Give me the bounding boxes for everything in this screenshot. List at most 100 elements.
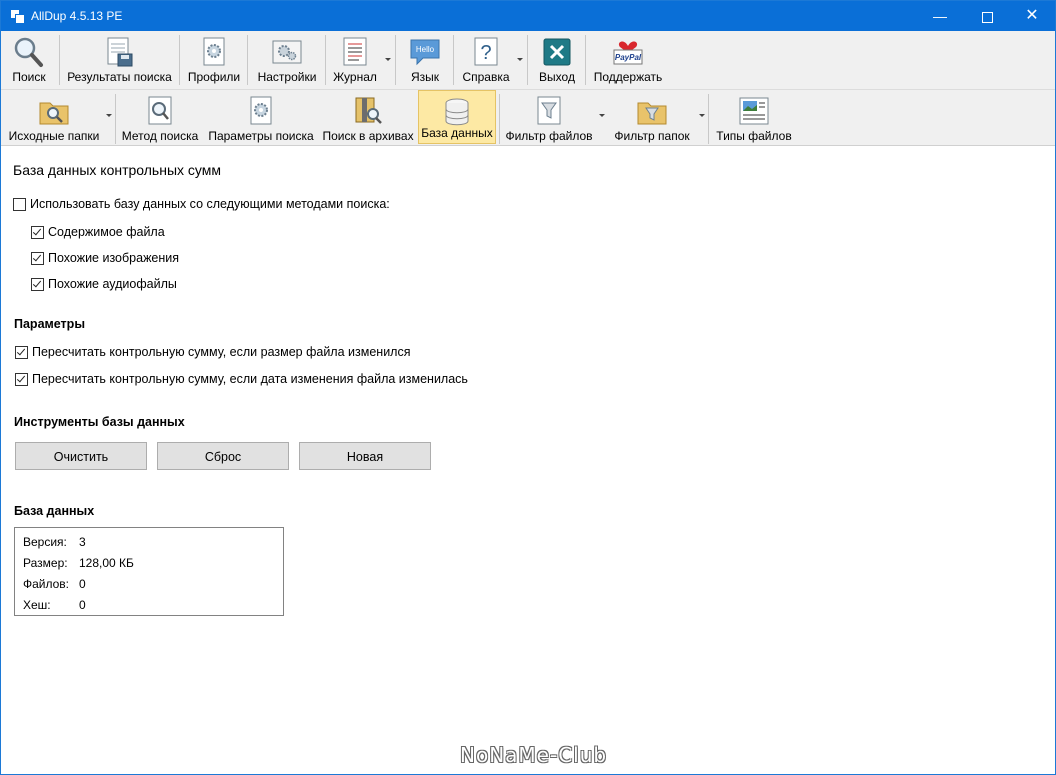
checkbox-box[interactable] — [15, 372, 28, 386]
toolbar-log-button[interactable]: Журнал — [329, 31, 381, 87]
log-icon — [343, 37, 367, 66]
source-folders-icon — [39, 102, 69, 125]
minimize-button[interactable]: — — [917, 1, 963, 31]
checkbox-label: Похожие аудиофайлы — [48, 277, 177, 291]
db-files-row: Файлов: 0 — [23, 577, 86, 591]
tab-file-filter[interactable]: Фильтр файлов — [503, 90, 595, 146]
folder-filter-dropdown-arrow-icon[interactable] — [699, 114, 705, 117]
toolbar-language-button[interactable]: Hello Язык — [399, 31, 451, 87]
toolbar-label: Типы файлов — [716, 129, 792, 143]
toolbar-search-button[interactable]: Поиск — [3, 31, 55, 87]
toolbar-profiles-button[interactable]: Профили — [183, 31, 245, 87]
close-icon: ✕ — [1025, 7, 1039, 24]
maximize-button[interactable] — [964, 1, 1010, 31]
checkbox-label: Содержимое файла — [48, 225, 165, 239]
toolbar-label: Исходные папки — [8, 129, 100, 143]
method-similar-audio-checkbox[interactable]: Похожие аудиофайлы — [31, 276, 177, 292]
db-info-key: Хеш: — [23, 598, 51, 612]
db-version-row: Версия: 3 — [23, 535, 86, 549]
window-title: AllDup 4.5.13 PE — [31, 9, 123, 23]
db-info-value: 128,00 КБ — [79, 556, 134, 570]
checkbox-label: Пересчитать контрольную сумму, если разм… — [32, 345, 411, 359]
tab-search-method[interactable]: Метод поиска — [119, 90, 201, 146]
tab-archive-search[interactable]: Поиск в архивах — [321, 90, 415, 146]
tab-folder-filter[interactable]: Фильтр папок — [609, 90, 695, 146]
db-hash-row: Хеш: 0 — [23, 598, 86, 612]
tab-search-params[interactable]: Параметры поиска — [205, 90, 317, 146]
params-heading: Параметры — [14, 317, 85, 331]
settings-icon — [272, 40, 302, 64]
app-logo-icon — [10, 9, 25, 24]
help-icon: ? — [474, 37, 498, 66]
toolbar-separator — [325, 35, 326, 85]
toolbar-label: Выход — [539, 70, 575, 84]
tab-file-types[interactable]: Типы файлов — [712, 90, 796, 146]
toolbar-exit-button[interactable]: Выход — [531, 31, 583, 87]
checkbox-box[interactable] — [31, 277, 44, 291]
toolbar-donate-button[interactable]: PayPal Поддержать — [589, 31, 667, 87]
database-info-box: Версия: 3 Размер: 128,00 КБ Файлов: 0 Хеш: 0 — [14, 527, 284, 616]
toolbar-separator — [395, 35, 396, 85]
toolbar-label: База данных — [421, 126, 493, 140]
toolbar-separator — [59, 35, 60, 85]
clear-database-button[interactable]: Очистить — [15, 442, 147, 470]
toolbar-separator — [115, 94, 116, 144]
db-size-row: Размер: 128,00 КБ — [23, 556, 134, 570]
database-info-heading: База данных — [14, 504, 95, 518]
maximize-icon — [981, 11, 993, 23]
db-info-key: Файлов: — [23, 577, 70, 591]
svg-text:Hello: Hello — [416, 45, 435, 54]
checkbox-label: Использовать базу данных со следующими м… — [30, 197, 390, 211]
method-similar-images-checkbox[interactable]: Похожие изображения — [31, 250, 179, 266]
page-title: База данных контрольных сумм — [13, 162, 221, 178]
toolbar-separator — [527, 35, 528, 85]
hello-language-icon: Hello — [410, 39, 440, 66]
toolbar-label: Метод поиска — [121, 129, 199, 143]
recalc-on-size-change-checkbox[interactable]: Пересчитать контрольную сумму, если разм… — [15, 344, 411, 360]
method-file-content-checkbox[interactable]: Содержимое файла — [31, 224, 165, 240]
recalc-on-date-change-checkbox[interactable]: Пересчитать контрольную сумму, если дата… — [15, 371, 468, 387]
toolbar-separator — [453, 35, 454, 85]
checkbox-box[interactable] — [31, 251, 44, 265]
toolbar-label: Фильтр папок — [614, 129, 690, 143]
reset-database-button[interactable]: Сброс — [157, 442, 289, 470]
toolbar-separator — [499, 94, 500, 144]
file-filter-icon — [537, 96, 561, 125]
db-info-value: 3 — [79, 535, 86, 549]
toolbar-label: Поиск — [12, 70, 46, 84]
tab-source-folders[interactable]: Исходные папки — [5, 90, 103, 146]
secondary-toolbar: Исходные папки Метод поиска Параметры по… — [1, 90, 1055, 146]
use-database-checkbox[interactable]: Использовать базу данных со следующими м… — [13, 196, 390, 212]
checkbox-box[interactable] — [15, 345, 28, 359]
toolbar-label: Журнал — [333, 70, 377, 84]
search-params-icon — [250, 96, 272, 125]
toolbar-settings-button[interactable]: Настройки — [251, 31, 323, 87]
source-folders-dropdown-arrow-icon[interactable] — [106, 114, 112, 117]
help-dropdown-arrow-icon[interactable] — [517, 58, 523, 61]
title-bar: AllDup 4.5.13 PE — ✕ — [1, 1, 1055, 31]
tools-heading: Инструменты базы данных — [14, 415, 185, 429]
archive-search-icon — [355, 97, 382, 124]
checkbox-box[interactable] — [13, 197, 26, 211]
app-window: AllDup 4.5.13 PE — ✕ Поиск Результаты по… — [0, 0, 1056, 775]
checkbox-box[interactable] — [31, 225, 44, 239]
file-filter-dropdown-arrow-icon[interactable] — [599, 114, 605, 117]
toolbar-separator — [179, 35, 180, 85]
toolbar-help-button[interactable]: ? Справка — [457, 31, 515, 87]
toolbar-label: Фильтр файлов — [505, 129, 593, 143]
tab-database[interactable]: База данных — [418, 90, 496, 144]
folder-filter-icon — [637, 102, 667, 125]
toolbar-results-button[interactable]: Результаты поиска — [63, 31, 176, 87]
toolbar-label: Справка — [462, 70, 510, 84]
close-button[interactable]: ✕ — [1009, 1, 1055, 31]
minimize-icon: — — [933, 8, 947, 24]
db-info-key: Размер: — [23, 556, 68, 570]
db-info-value: 0 — [79, 577, 86, 591]
database-settings-panel: База данных контрольных сумм Использоват… — [1, 146, 1055, 774]
new-database-button[interactable]: Новая — [299, 442, 431, 470]
db-info-value: 0 — [79, 598, 86, 612]
log-dropdown-arrow-icon[interactable] — [385, 58, 391, 61]
exit-icon — [543, 38, 571, 66]
toolbar-separator — [247, 35, 248, 85]
db-info-key: Версия: — [23, 535, 67, 549]
